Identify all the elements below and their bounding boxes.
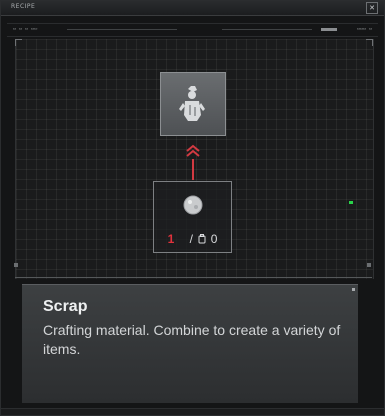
material-count-row: 1 / 0 [154,232,231,248]
board-left-tick [14,263,18,267]
title-bar: RECIPE ✕ [1,1,384,16]
item-description-text: Crafting material. Combine to create a v… [43,322,341,357]
zoom-slider-handle[interactable] [321,28,337,31]
close-button[interactable]: ✕ [366,2,378,14]
scroll-indicator[interactable] [352,288,355,291]
item-name: Scrap [43,298,88,315]
toolbar: ▭ ▭ ▭ ▭▭ ▭▭▭ ▭ [7,23,378,43]
scrap-figure-icon [179,86,205,121]
result-item-node[interactable] [160,72,226,136]
scrap-material-icon [183,195,203,215]
material-node[interactable]: 1 / 0 [153,181,232,253]
toolbar-left-indicators: ▭ ▭ ▭ ▭▭ [13,26,38,32]
window-bottom-strip [1,408,384,415]
recipe-window: RECIPE ✕ ▭ ▭ ▭ ▭▭ ▭▭▭ ▭ 1 / 0 Scrap Craf… [0,0,385,416]
toolbar-divider-line-right [222,29,312,30]
board-bottom-line [15,277,372,278]
board-corner-top-left [15,39,22,46]
toolbar-divider-line [67,29,177,30]
count-separator: / [189,232,193,246]
double-chevron-up-icon [186,144,200,157]
owned-count: 1 [167,232,175,246]
inventory-bag-icon [198,234,206,244]
item-description-panel: Scrap Crafting material. Combine to crea… [22,284,358,403]
board-right-tick [367,263,371,267]
stock-count: 0 [210,232,218,246]
toolbar-right-indicators: ▭▭▭ ▭ [356,26,372,32]
page-dots-indicator [197,28,215,43]
window-title: RECIPE [11,3,36,10]
recipe-connector-line [192,159,194,180]
board-corner-top-right [366,39,373,46]
board-edge-marker [349,201,353,204]
